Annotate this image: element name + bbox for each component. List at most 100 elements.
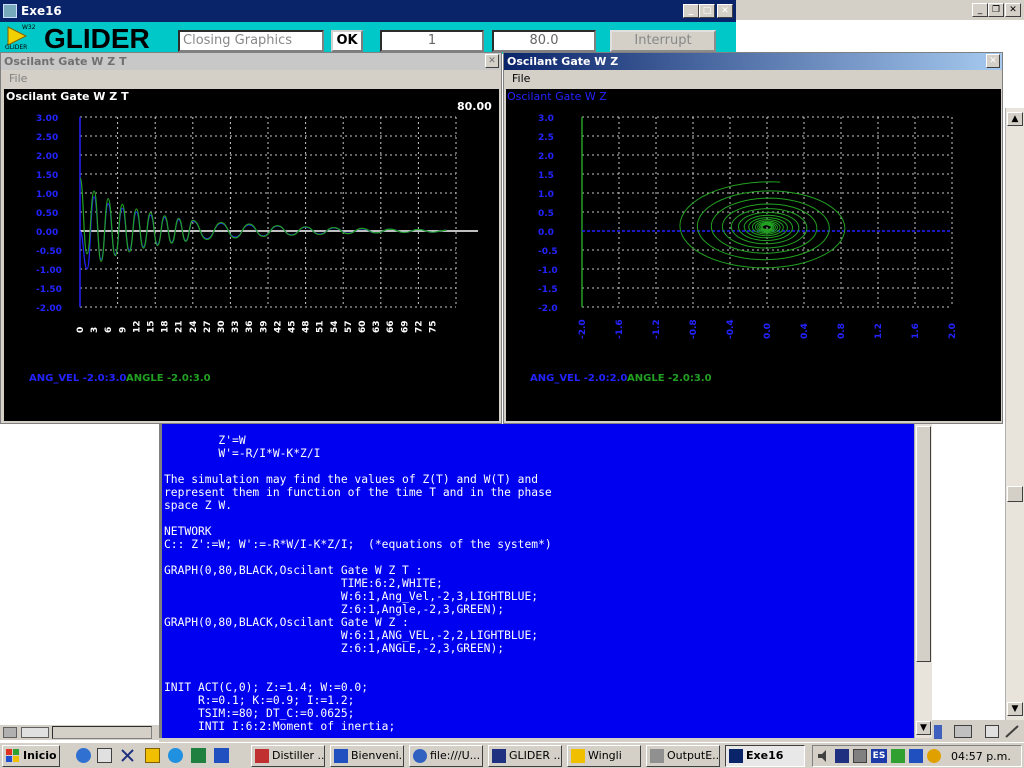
x-tick-label: 69: [400, 320, 410, 333]
task-output[interactable]: OutputE...: [646, 745, 720, 767]
interrupt-button[interactable]: Interrupt: [610, 30, 716, 52]
language-indicator[interactable]: ES: [871, 749, 887, 763]
desktop-icon[interactable]: [97, 748, 112, 763]
calculator-icon[interactable]: [985, 725, 999, 738]
network-icon[interactable]: [21, 727, 49, 738]
lower-left-panel: [0, 424, 159, 724]
x-tick-label: 1.6: [911, 323, 921, 339]
y-tick-label: 0.0: [538, 228, 554, 238]
y-tick-label: 1.5: [538, 171, 554, 181]
x-tick-label: 63: [372, 320, 382, 333]
volume-icon[interactable]: [817, 749, 831, 763]
distiller-icon: [255, 749, 269, 763]
graph1-legend-angvel: ANG_VEL -2.0:3.0: [29, 373, 127, 384]
drive-icon[interactable]: [3, 727, 17, 738]
graph2-menu-file[interactable]: File: [512, 72, 530, 85]
editor-scrollbar[interactable]: ▼: [914, 424, 932, 738]
graph2-menubar: File: [504, 70, 1002, 88]
task-distiller[interactable]: Distiller ...: [251, 745, 325, 767]
main-titlebar[interactable]: Exe16 _ □ ✕: [0, 0, 736, 22]
main-title: Exe16: [21, 4, 62, 18]
antivirus-icon[interactable]: [909, 749, 923, 763]
y-tick-label: 2.5: [538, 133, 554, 143]
output-icon: [650, 749, 664, 763]
x-tick-label: 3: [90, 327, 100, 333]
glider-logo-icon: W32 GLIDER: [5, 24, 36, 51]
media-player-icon[interactable]: [835, 749, 849, 763]
bg-scroll-down-button[interactable]: ▼: [1007, 702, 1023, 716]
help-icon[interactable]: [934, 725, 942, 739]
x-tick-label: 36: [245, 320, 255, 333]
graph1-menu-file[interactable]: File: [9, 72, 27, 85]
bg-scroll-up-button[interactable]: ▲: [1007, 112, 1023, 126]
task-exe16[interactable]: Exe16: [725, 745, 805, 767]
editor-text-area[interactable]: Z'=W W'=-R/I*W-K*Z/I The simulation may …: [162, 424, 914, 738]
minimize-button[interactable]: _: [683, 4, 699, 18]
statusbar-field: [52, 726, 152, 739]
task-file[interactable]: file:///U...: [409, 745, 483, 767]
editor-scroll-thumb[interactable]: [916, 426, 931, 662]
bg-minimize-button[interactable]: _: [972, 3, 988, 17]
x-tick-label: 66: [386, 320, 396, 333]
x-tick-label: 39: [259, 320, 269, 333]
time-field[interactable]: 80.0: [492, 30, 596, 52]
explorer-icon[interactable]: [168, 748, 183, 763]
network-tray-icon[interactable]: [891, 749, 905, 763]
bg-vertical-scrollbar[interactable]: ▲ ▼: [1005, 108, 1024, 720]
windows-logo-icon: [6, 749, 20, 763]
task-bienvenidos[interactable]: Bienveni...: [330, 745, 404, 767]
x-tick-label: 27: [203, 320, 213, 333]
series-ang-vel: [79, 196, 447, 270]
start-button[interactable]: Inicio: [2, 745, 60, 767]
x-tick-label: 9: [118, 327, 128, 333]
pen-icon[interactable]: [1004, 724, 1020, 739]
graph2-titlebar[interactable]: Oscilant Gate W Z ✕: [504, 53, 1002, 70]
graph1-plot-area: Oscilant Gate W Z T 80.00 3.00 2.50 2.00 1.…: [4, 89, 499, 421]
x-tick-label: -1.6: [615, 319, 625, 339]
graph1-titlebar[interactable]: Oscilant Gate W Z T ✕: [1, 53, 501, 70]
x-tick-label: -2.0: [578, 319, 588, 339]
graph1-chart: 3.00 2.50 2.00 1.50 1.00 0.50 0.00 -0.50 -1.00 -1…: [36, 114, 478, 333]
glider-task-icon: [492, 749, 506, 763]
graph1-menubar: File: [1, 70, 501, 88]
graph1-window: Oscilant Gate W Z T ✕ File Oscilant Gate…: [0, 52, 502, 424]
editor-scroll-down-button[interactable]: ▼: [916, 721, 931, 735]
word-icon[interactable]: [214, 748, 229, 763]
bg-close-button[interactable]: ✕: [1005, 3, 1021, 17]
graph2-window: Oscilant Gate W Z ✕ File Oscilant Gate W…: [503, 52, 1003, 424]
ie-icon[interactable]: [76, 748, 91, 763]
series-angle: [79, 177, 447, 263]
excel-icon[interactable]: [191, 748, 206, 763]
lower-left-statusbar: [0, 724, 159, 740]
task-glider[interactable]: GLIDER ...: [488, 745, 562, 767]
y-tick-label: 1.00: [36, 190, 58, 200]
printer-icon[interactable]: [954, 725, 972, 738]
ok-button[interactable]: OK: [331, 30, 363, 52]
graph1-close-button[interactable]: ✕: [485, 54, 499, 68]
right-lower-strip: [932, 720, 1024, 742]
x-tick-label: 42: [273, 320, 283, 333]
y-tick-label: -2.00: [36, 304, 62, 314]
glider-quick-icon[interactable]: [120, 748, 135, 763]
media-icon[interactable]: [145, 748, 160, 763]
y-tick-label: 2.00: [36, 152, 58, 162]
graph2-chart: 3.0 2.5 2.0 1.5 1.0 0.5 0.0 -0.5 -1.0 -1.5 -2.0 -2.…: [538, 114, 958, 339]
bg-scroll-thumb[interactable]: [1007, 486, 1023, 502]
y-tick-label: -1.00: [36, 266, 62, 276]
maximize-button[interactable]: □: [699, 4, 715, 18]
step-field[interactable]: 1: [380, 30, 484, 52]
graph2-close-button[interactable]: ✕: [986, 54, 1000, 68]
x-tick-label: 48: [302, 320, 312, 333]
wingli-icon: [571, 749, 585, 763]
update-icon[interactable]: [927, 749, 941, 763]
x-tick-label: 6: [104, 327, 114, 333]
monitor-icon[interactable]: [853, 749, 867, 763]
main-toolbar: W32 GLIDER GLIDER Closing Graphics OK 1 …: [0, 22, 736, 54]
browser-icon: [413, 749, 427, 763]
task-wingli[interactable]: Wingli: [567, 745, 641, 767]
close-button[interactable]: ✕: [717, 4, 733, 18]
y-tick-label: -0.5: [538, 247, 558, 257]
x-tick-label: 54: [330, 320, 340, 333]
bg-restore-button[interactable]: ❐: [988, 3, 1004, 17]
x-tick-label: 57: [344, 320, 354, 333]
